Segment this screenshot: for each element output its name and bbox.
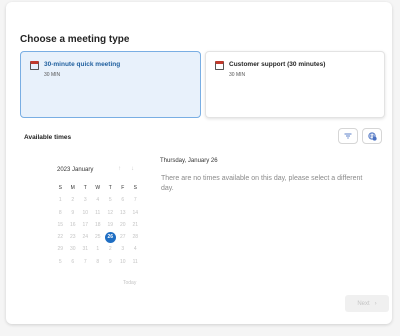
calendar-day[interactable]: 21	[129, 219, 142, 231]
calendar-day[interactable]: 11	[92, 207, 105, 219]
calendar-day[interactable]: 9	[104, 256, 117, 268]
calendar-day[interactable]: 9	[67, 207, 80, 219]
timezone-button[interactable]	[362, 128, 382, 144]
today-link[interactable]: Today	[123, 280, 136, 286]
calendar-day[interactable]: 28	[129, 231, 142, 243]
calendar-day[interactable]: 18	[92, 219, 105, 231]
meeting-type-name: Customer support (30 minutes)	[229, 61, 326, 68]
previous-month-icon[interactable]: ↑	[118, 166, 121, 172]
calendar-day[interactable]: 25	[92, 231, 105, 243]
meeting-type-card-quick[interactable]: 30-minute quick meeting 30 MIN	[20, 51, 201, 118]
calendar-day[interactable]: 5	[54, 256, 67, 268]
available-times-label: Available times	[24, 134, 72, 141]
calendar-day[interactable]: 30	[67, 243, 80, 255]
calendar-day[interactable]: 10	[79, 207, 92, 219]
page-title: Choose a meeting type	[20, 34, 130, 45]
calendar-day[interactable]: 7	[79, 256, 92, 268]
globe-clock-icon	[367, 131, 377, 141]
calendar-day[interactable]: 17	[79, 219, 92, 231]
calendar-day[interactable]: 19	[104, 219, 117, 231]
meeting-type-duration: 30 MIN	[229, 72, 246, 78]
calendar-day[interactable]: 8	[92, 256, 105, 268]
meeting-type-card-support[interactable]: Customer support (30 minutes) 30 MIN	[205, 51, 385, 118]
calendar-day[interactable]: 3	[117, 243, 130, 255]
next-button[interactable]: Next ›	[345, 295, 389, 312]
calendar-day-selected[interactable]: 26	[104, 231, 116, 243]
weekday-header: M	[70, 185, 75, 191]
filter-button[interactable]	[338, 128, 358, 144]
weekday-header: W	[95, 185, 101, 191]
calendar-day[interactable]: 7	[129, 194, 142, 206]
calendar-day[interactable]: 2	[104, 243, 117, 255]
weekday-header: F	[121, 185, 125, 191]
filter-icon	[344, 133, 352, 139]
calendar-day[interactable]: 20	[117, 219, 130, 231]
calendar-day[interactable]: 3	[79, 194, 92, 206]
calendar-day[interactable]: 8	[54, 207, 67, 219]
calendar-day[interactable]: 27	[117, 231, 130, 243]
weekday-header: S	[58, 185, 62, 191]
calendar-grid: S M T W T F S 1 2 3 4 5 6 7 8 9 10 11 12 13 14 15 16 17 18 19 20 21…	[54, 182, 142, 268]
calendar-day[interactable]: 10	[117, 256, 130, 268]
calendar-day[interactable]: 15	[54, 219, 67, 231]
calendar-day[interactable]: 29	[54, 243, 67, 255]
weekday-header: T	[108, 185, 112, 191]
calendar-day[interactable]: 12	[104, 207, 117, 219]
calendar-day[interactable]: 6	[117, 194, 130, 206]
calendar-icon	[215, 61, 224, 70]
calendar-day[interactable]: 31	[79, 243, 92, 255]
chevron-right-icon: ›	[374, 300, 377, 307]
calendar-day[interactable]: 4	[129, 243, 142, 255]
calendar-day[interactable]: 1	[54, 194, 67, 206]
no-times-message: There are no times available on this day…	[161, 175, 363, 192]
calendar-day[interactable]: 1	[92, 243, 105, 255]
calendar-day[interactable]: 14	[129, 207, 142, 219]
calendar-day[interactable]: 23	[67, 231, 80, 243]
weekday-header: S	[133, 185, 137, 191]
meeting-type-name: 30-minute quick meeting	[44, 61, 121, 68]
weekday-header: T	[83, 185, 87, 191]
meeting-type-duration: 30 MIN	[44, 72, 61, 78]
calendar-day[interactable]: 24	[79, 231, 92, 243]
selected-date-heading: Thursday, January 26	[160, 158, 218, 164]
calendar-day[interactable]: 5	[104, 194, 117, 206]
calendar-day[interactable]: 11	[129, 256, 142, 268]
calendar-day[interactable]: 2	[67, 194, 80, 206]
booking-panel: Choose a meeting type 30-minute quick me…	[6, 2, 392, 324]
calendar-day[interactable]: 13	[117, 207, 130, 219]
calendar-month-label: 2023 January	[57, 167, 94, 173]
next-button-label: Next	[357, 300, 370, 307]
calendar-day[interactable]: 6	[67, 256, 80, 268]
next-month-icon[interactable]: ↓	[131, 166, 134, 172]
calendar-icon	[30, 61, 39, 70]
calendar-day[interactable]: 4	[92, 194, 105, 206]
calendar-day[interactable]: 22	[54, 231, 67, 243]
calendar-day[interactable]: 16	[67, 219, 80, 231]
